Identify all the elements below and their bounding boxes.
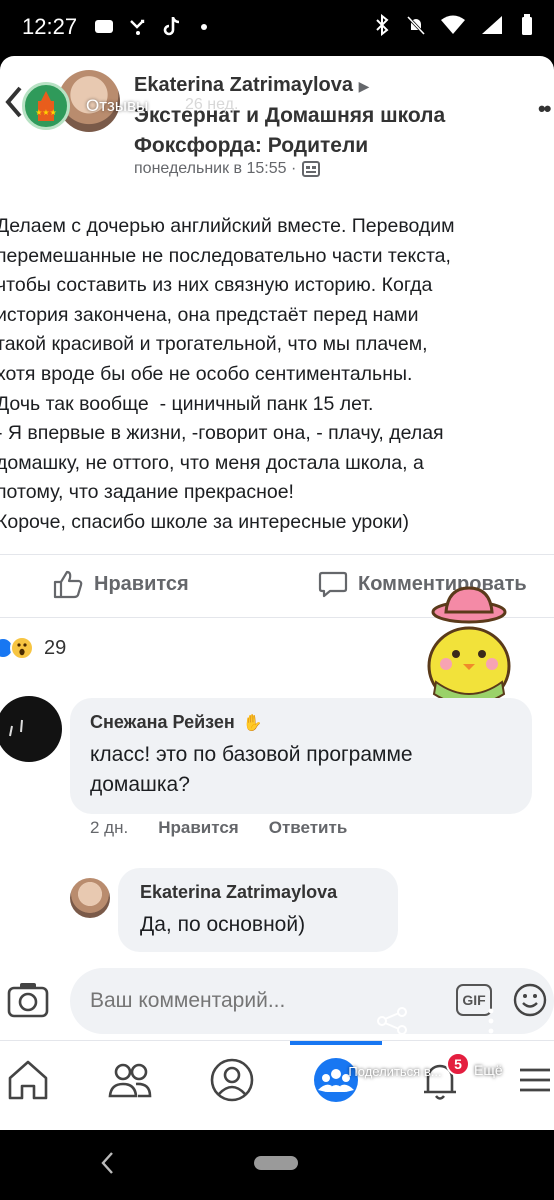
- bluetooth-icon: [376, 14, 389, 36]
- mute-bell-icon: [406, 15, 426, 36]
- comment-author[interactable]: Снежана Рейзен: [90, 712, 235, 733]
- home-icon[interactable]: [4, 1056, 52, 1104]
- comment-text: класс! это по базовой программе домашка?: [90, 743, 413, 796]
- comment-icon: [318, 571, 348, 598]
- camera-icon[interactable]: [6, 980, 50, 1020]
- system-home-pill[interactable]: [254, 1156, 298, 1170]
- battery-icon: [522, 14, 532, 35]
- comment-bubble: Снежана Рейзен ✋ класс! это по базовой п…: [70, 698, 532, 814]
- nav-active-indicator: [290, 1041, 382, 1045]
- author-name[interactable]: Ekaterina Zatrimaylova: [134, 74, 353, 96]
- reply-avatar[interactable]: [70, 878, 110, 918]
- friends-icon[interactable]: [106, 1056, 154, 1104]
- share-icon[interactable]: [375, 1006, 409, 1036]
- wave-hand-icon: ✋: [242, 714, 263, 732]
- wow-reaction-icon: [10, 636, 34, 660]
- status-bar: 12:27: [0, 0, 554, 56]
- status-time: 12:27: [22, 14, 78, 39]
- dot-icon: [201, 24, 207, 30]
- reply-text: Да, по основной): [140, 913, 306, 936]
- like-label: Нравится: [94, 572, 189, 595]
- commenter-avatar[interactable]: [0, 696, 62, 762]
- svg-text:★★★: ★★★: [35, 108, 57, 117]
- back-chevron-icon[interactable]: [2, 84, 24, 120]
- story-screen: ★★★ Ekaterina Zatrimaylova ▶ Экстернат и…: [0, 56, 554, 1130]
- bottom-nav: [0, 1040, 554, 1130]
- comment-time: 2 дн.: [90, 818, 129, 837]
- tiktok-icon: [163, 17, 180, 36]
- post-header: ★★★ Ekaterina Zatrimaylova ▶ Экстернат и…: [0, 56, 554, 196]
- post-timestamp[interactable]: понедельник в 15:55 ·: [134, 160, 296, 178]
- thumbs-up-icon: [53, 570, 83, 599]
- comment-reply-button[interactable]: Ответить: [269, 818, 348, 838]
- story-time: 26 нед.: [185, 96, 239, 113]
- reaction-count: 29: [44, 636, 67, 659]
- story-label: Отзывы: [86, 96, 149, 115]
- comment-like-button[interactable]: Нравится: [158, 818, 239, 838]
- share-label[interactable]: Поделиться в...: [342, 1064, 448, 1080]
- more-options-icon[interactable]: ••: [538, 96, 551, 122]
- chick-sticker-icon: [427, 586, 511, 706]
- fox-logo-icon: ★★★: [35, 91, 57, 121]
- missed-call-icon: [130, 19, 145, 35]
- arrow-right-icon: ▶: [358, 78, 370, 94]
- more-vertical-icon[interactable]: [488, 1008, 494, 1034]
- message-icon: [95, 20, 113, 33]
- group-privacy-icon: [302, 161, 321, 177]
- notifications-badge: 5: [446, 1052, 470, 1076]
- like-button[interactable]: Нравится: [52, 569, 189, 599]
- gif-button[interactable]: GIF: [456, 984, 492, 1016]
- post-body: Делаем с дочерью английский вместе. Пере…: [0, 215, 455, 533]
- profile-icon[interactable]: [208, 1056, 256, 1104]
- reactions-summary[interactable]: 29: [0, 636, 66, 660]
- reply-author[interactable]: Ekaterina Zatrimaylova: [140, 882, 337, 903]
- signal-icon: [482, 16, 502, 34]
- reply-bubble: Ekaterina Zatrimaylova Да, по основной): [118, 868, 398, 952]
- emoji-icon[interactable]: [512, 982, 548, 1018]
- story-avatar[interactable]: ★★★: [22, 82, 70, 130]
- wifi-icon: [441, 15, 465, 34]
- comment-meta: 2 дн. Нравится Ответить: [90, 818, 347, 838]
- system-back-icon[interactable]: [98, 1150, 116, 1176]
- menu-icon[interactable]: [514, 1056, 554, 1104]
- more-label[interactable]: Ещё: [474, 1062, 503, 1078]
